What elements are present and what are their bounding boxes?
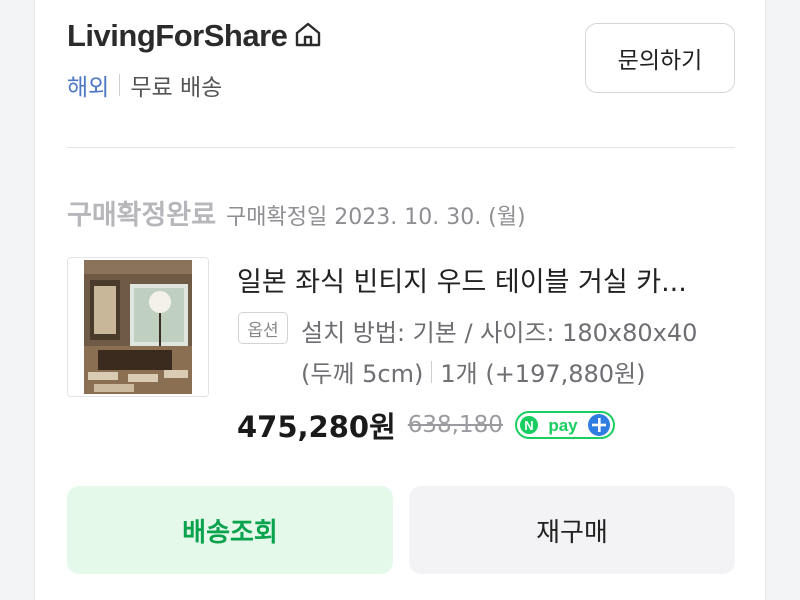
- store-header[interactable]: LivingForShare: [67, 16, 323, 56]
- reorder-button[interactable]: 재구매: [409, 486, 735, 574]
- order-status: 구매확정완료: [67, 200, 217, 231]
- track-delivery-button[interactable]: 배송조회: [67, 486, 393, 574]
- meta-divider: [119, 74, 121, 96]
- option-thickness: (두께 5cm): [301, 360, 424, 388]
- option-divider: [431, 360, 433, 383]
- order-status-row: 구매확정완료 구매확정일 2023. 10. 30. (월): [67, 193, 526, 232]
- home-icon[interactable]: [293, 20, 323, 56]
- overseas-tag: 해외: [67, 75, 110, 101]
- npay-label: pay: [548, 416, 578, 435]
- option-detail-2: (두께 5cm) 1개 (+197,880원): [301, 354, 646, 389]
- svg-text:N: N: [524, 418, 533, 433]
- option-detail: 설치 방법: 기본 / 사이즈: 180x80x40: [301, 319, 698, 347]
- product-thumbnail[interactable]: [67, 257, 209, 397]
- price-row: 475,280원 638,180 N pay: [237, 404, 615, 446]
- order-card: LivingForShare 해외 무료 배송 문의하기 구매확정완료 구매확정…: [34, 0, 766, 600]
- store-name[interactable]: LivingForShare: [67, 18, 288, 54]
- option-badge: 옵션: [238, 312, 288, 344]
- section-divider: [67, 147, 735, 148]
- product-title[interactable]: 일본 좌식 빈티지 우드 테이블 거실 카...: [237, 260, 737, 299]
- free-shipping-tag: 무료 배송: [130, 75, 223, 101]
- store-meta: 해외 무료 배송: [67, 68, 222, 102]
- confirm-date: 구매확정일 2023. 10. 30. (월): [226, 205, 526, 230]
- inquiry-button[interactable]: 문의하기: [585, 23, 735, 93]
- npay-plus-badge: N pay: [514, 410, 615, 440]
- price: 475,280원: [237, 410, 396, 444]
- quantity: 1개 (+197,880원): [440, 360, 646, 388]
- original-price: 638,180: [407, 412, 503, 438]
